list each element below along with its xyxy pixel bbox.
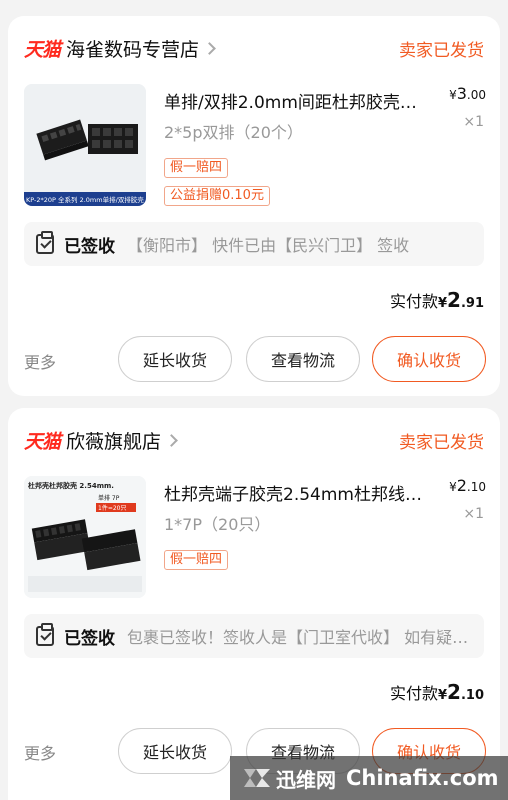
product-price: ¥3.00 [449,84,486,103]
tag-fake-compensation: 假一赔四 [164,158,229,178]
product-qty: ×1 [463,114,484,130]
paid-label: 实付款 [389,684,438,703]
tmall-logo: 天猫 [24,38,61,61]
price-dec: .10 [466,480,486,494]
paid-dec: .91 [460,296,484,311]
price-int: 3 [456,84,467,103]
order-status: 卖家已发货 [399,432,484,453]
paid-currency: ¥ [438,296,448,311]
product-spec: 2*5p双排（20个） [164,123,303,142]
view-logistics-button[interactable]: 查看物流 [246,336,360,382]
product-price: ¥2.10 [449,476,486,495]
price-currency: ¥ [449,480,457,494]
more-button[interactable]: 更多 [24,349,56,373]
logistics-bar[interactable]: 已签收 包裹已签收！签收人是【门卫室代收】 如有疑问请联系 [24,614,484,658]
shop-header[interactable]: 天猫 欣薇旗舰店 卖家已发货 [24,426,484,454]
product-thumbnail[interactable]: KP-2*20P 全系列 2.0mm单排/双排胶壳 [24,84,146,206]
clipboard-check-icon [36,231,54,254]
paid-label: 实付款 [389,292,438,311]
product-thumbnail[interactable]: 杜邦壳杜邦胶壳 2.54mm. 单排 7P 1件=20只 [24,476,146,598]
logistics-bar[interactable]: 已签收 【衡阳市】 快件已由【民兴门卫】 签收 [24,222,484,266]
paid-currency: ¥ [438,688,448,703]
paid-int: 2 [447,680,461,704]
price-dec: .00 [466,88,486,102]
chevron-right-icon[interactable] [203,41,216,55]
shop-name[interactable]: 海雀数码专营店 [66,35,199,62]
extend-receipt-button[interactable]: 延长收货 [118,728,232,774]
product-title[interactable]: 杜邦壳端子胶壳2.54mm杜邦线连接器 [164,480,428,505]
price-currency: ¥ [449,88,457,102]
product-spec: 1*7P（20只） [164,515,271,534]
order-card[interactable]: 天猫 欣薇旗舰店 卖家已发货 杜邦壳杜邦胶壳 2.54mm. 单排 7P 1件=… [8,408,500,800]
price-int: 2 [456,476,467,495]
tag-charity-donation: 公益捐赠0.10元 [164,186,270,206]
paid-amount: 实付款¥2.91 [390,288,484,312]
clipboard-check-icon [36,623,54,646]
paid-amount: 实付款¥2.10 [390,680,484,704]
logistics-state: 已签收 [64,628,115,649]
extend-receipt-button[interactable]: 延长收货 [118,336,232,382]
thumb-badge-2: 1件=20只 [98,504,126,512]
chevron-right-icon[interactable] [165,433,178,447]
logistics-state: 已签收 [64,236,115,257]
thumb-caption: KP-2*20P 全系列 2.0mm单排/双排胶壳 [26,195,144,204]
logistics-text: 【衡阳市】 快件已由【民兴门卫】 签收 [127,236,410,255]
order-card[interactable]: 天猫 海雀数码专营店 卖家已发货 KP-2*20P 全系列 2.0mm单排/双排… [8,16,500,396]
thumb-badge-1: 单排 7P [98,494,120,502]
product-title[interactable]: 单排/双排2.0mm间距杜邦胶壳单排/双排胶壳 [164,88,428,113]
watermark-cn: 迅维网 [276,767,336,792]
chinafix-logo-icon [244,769,270,787]
watermark: 迅维网 Chinafix.com [230,756,508,800]
tmall-logo: 天猫 [24,430,61,453]
housing-product-image: 杜邦壳杜邦胶壳 2.54mm. 单排 7P 1件=20只 [24,476,146,598]
paid-int: 2 [447,288,461,312]
shop-header[interactable]: 天猫 海雀数码专营店 卖家已发货 [24,34,484,62]
connector-product-image: KP-2*20P 全系列 2.0mm单排/双排胶壳 [24,84,146,206]
paid-dec: .10 [460,688,484,703]
watermark-en: Chinafix.com [346,766,499,790]
thumb-title: 杜邦壳杜邦胶壳 2.54mm. [28,481,114,490]
more-button[interactable]: 更多 [24,740,56,764]
tag-fake-compensation: 假一赔四 [164,550,229,570]
product-qty: ×1 [463,506,484,522]
shop-name[interactable]: 欣薇旗舰店 [66,427,161,454]
confirm-receipt-button[interactable]: 确认收货 [372,336,486,382]
logistics-text: 包裹已签收！签收人是【门卫室代收】 如有疑问请联系 [127,628,472,647]
order-status: 卖家已发货 [399,40,484,61]
